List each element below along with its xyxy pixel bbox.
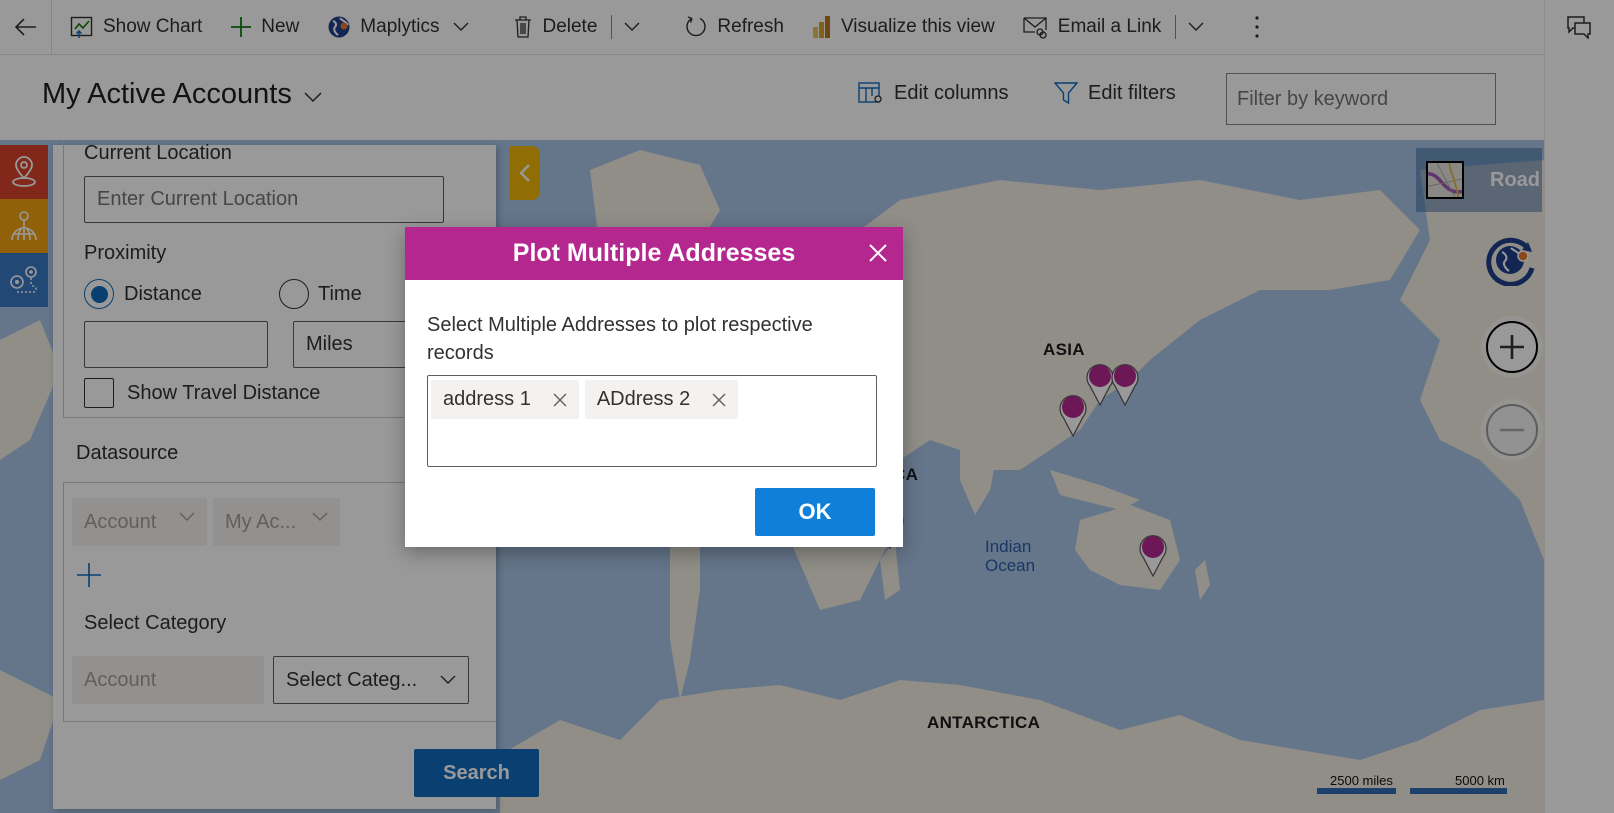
address-tag-label: ADdress 2 bbox=[596, 388, 691, 410]
address-tag-picker[interactable]: address 1 ADdress 2 bbox=[427, 375, 877, 467]
ok-button[interactable]: OK bbox=[755, 488, 875, 536]
dialog-title: Plot Multiple Addresses bbox=[512, 239, 796, 267]
close-icon bbox=[869, 244, 887, 262]
remove-tag-button[interactable] bbox=[712, 393, 726, 407]
address-tag-label: address 1 bbox=[443, 388, 531, 410]
close-icon bbox=[553, 393, 567, 406]
close-icon bbox=[712, 393, 726, 406]
plot-multiple-addresses-dialog: Plot Multiple Addresses Select Multiple … bbox=[405, 227, 903, 547]
remove-tag-button[interactable] bbox=[553, 393, 567, 407]
dialog-description: Select Multiple Addresses to plot respec… bbox=[427, 314, 813, 364]
dialog-close-button[interactable] bbox=[865, 240, 891, 266]
dialog-header: Plot Multiple Addresses bbox=[405, 227, 903, 280]
address-tag: ADdress 2 bbox=[584, 380, 739, 419]
address-tag: address 1 bbox=[431, 380, 579, 419]
